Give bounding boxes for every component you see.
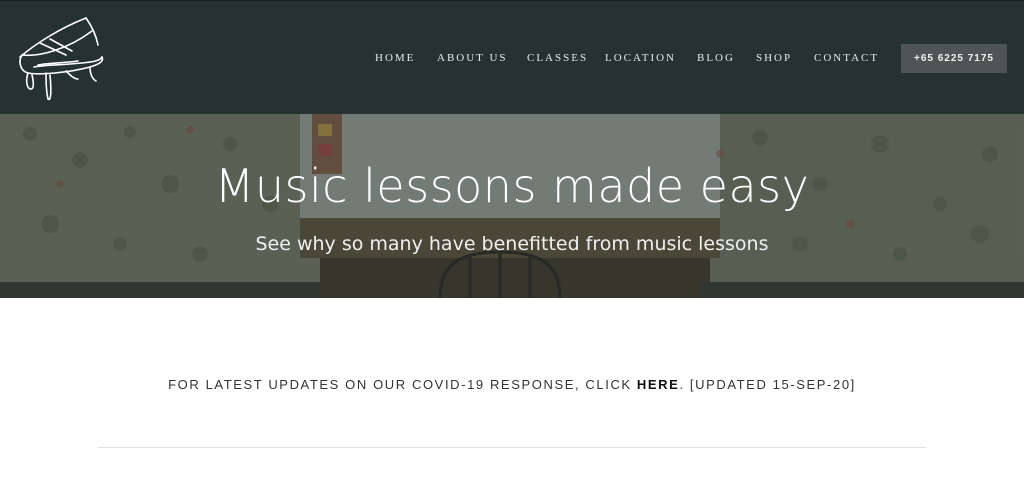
nav-about-us-link[interactable]: ABOUT US: [437, 52, 508, 65]
nav-shop-link[interactable]: SHOP: [756, 52, 792, 65]
covid-notice-suffix: . [UPDATED 15-SEP-20]: [679, 377, 856, 392]
hero-banner: Music lessons made easy See why so many …: [0, 114, 1024, 298]
nav-location-link[interactable]: LOCATION: [605, 52, 676, 65]
hero-title: Music lessons made easy: [214, 159, 810, 213]
covid-notice-here-link[interactable]: HERE: [637, 377, 680, 392]
site-header: HOME ABOUT US CLASSES LOCATION BLOG SHOP…: [0, 0, 1024, 114]
nav-contact-link[interactable]: CONTACT: [814, 52, 879, 65]
nav-classes-link[interactable]: CLASSES: [527, 52, 588, 65]
main-nav: HOME ABOUT US CLASSES LOCATION BLOG SHOP…: [0, 52, 1024, 66]
hero-subtitle: See why so many have benefitted from mus…: [255, 233, 769, 255]
phone-button[interactable]: +65 6225 7175: [901, 44, 1007, 73]
section-divider: [98, 447, 926, 448]
covid-notice-prefix: FOR LATEST UPDATES ON OUR COVID-19 RESPO…: [168, 377, 637, 392]
nav-home-link[interactable]: HOME: [375, 52, 415, 65]
nav-blog-link[interactable]: BLOG: [697, 52, 735, 65]
covid-notice: FOR LATEST UPDATES ON OUR COVID-19 RESPO…: [0, 376, 1024, 394]
